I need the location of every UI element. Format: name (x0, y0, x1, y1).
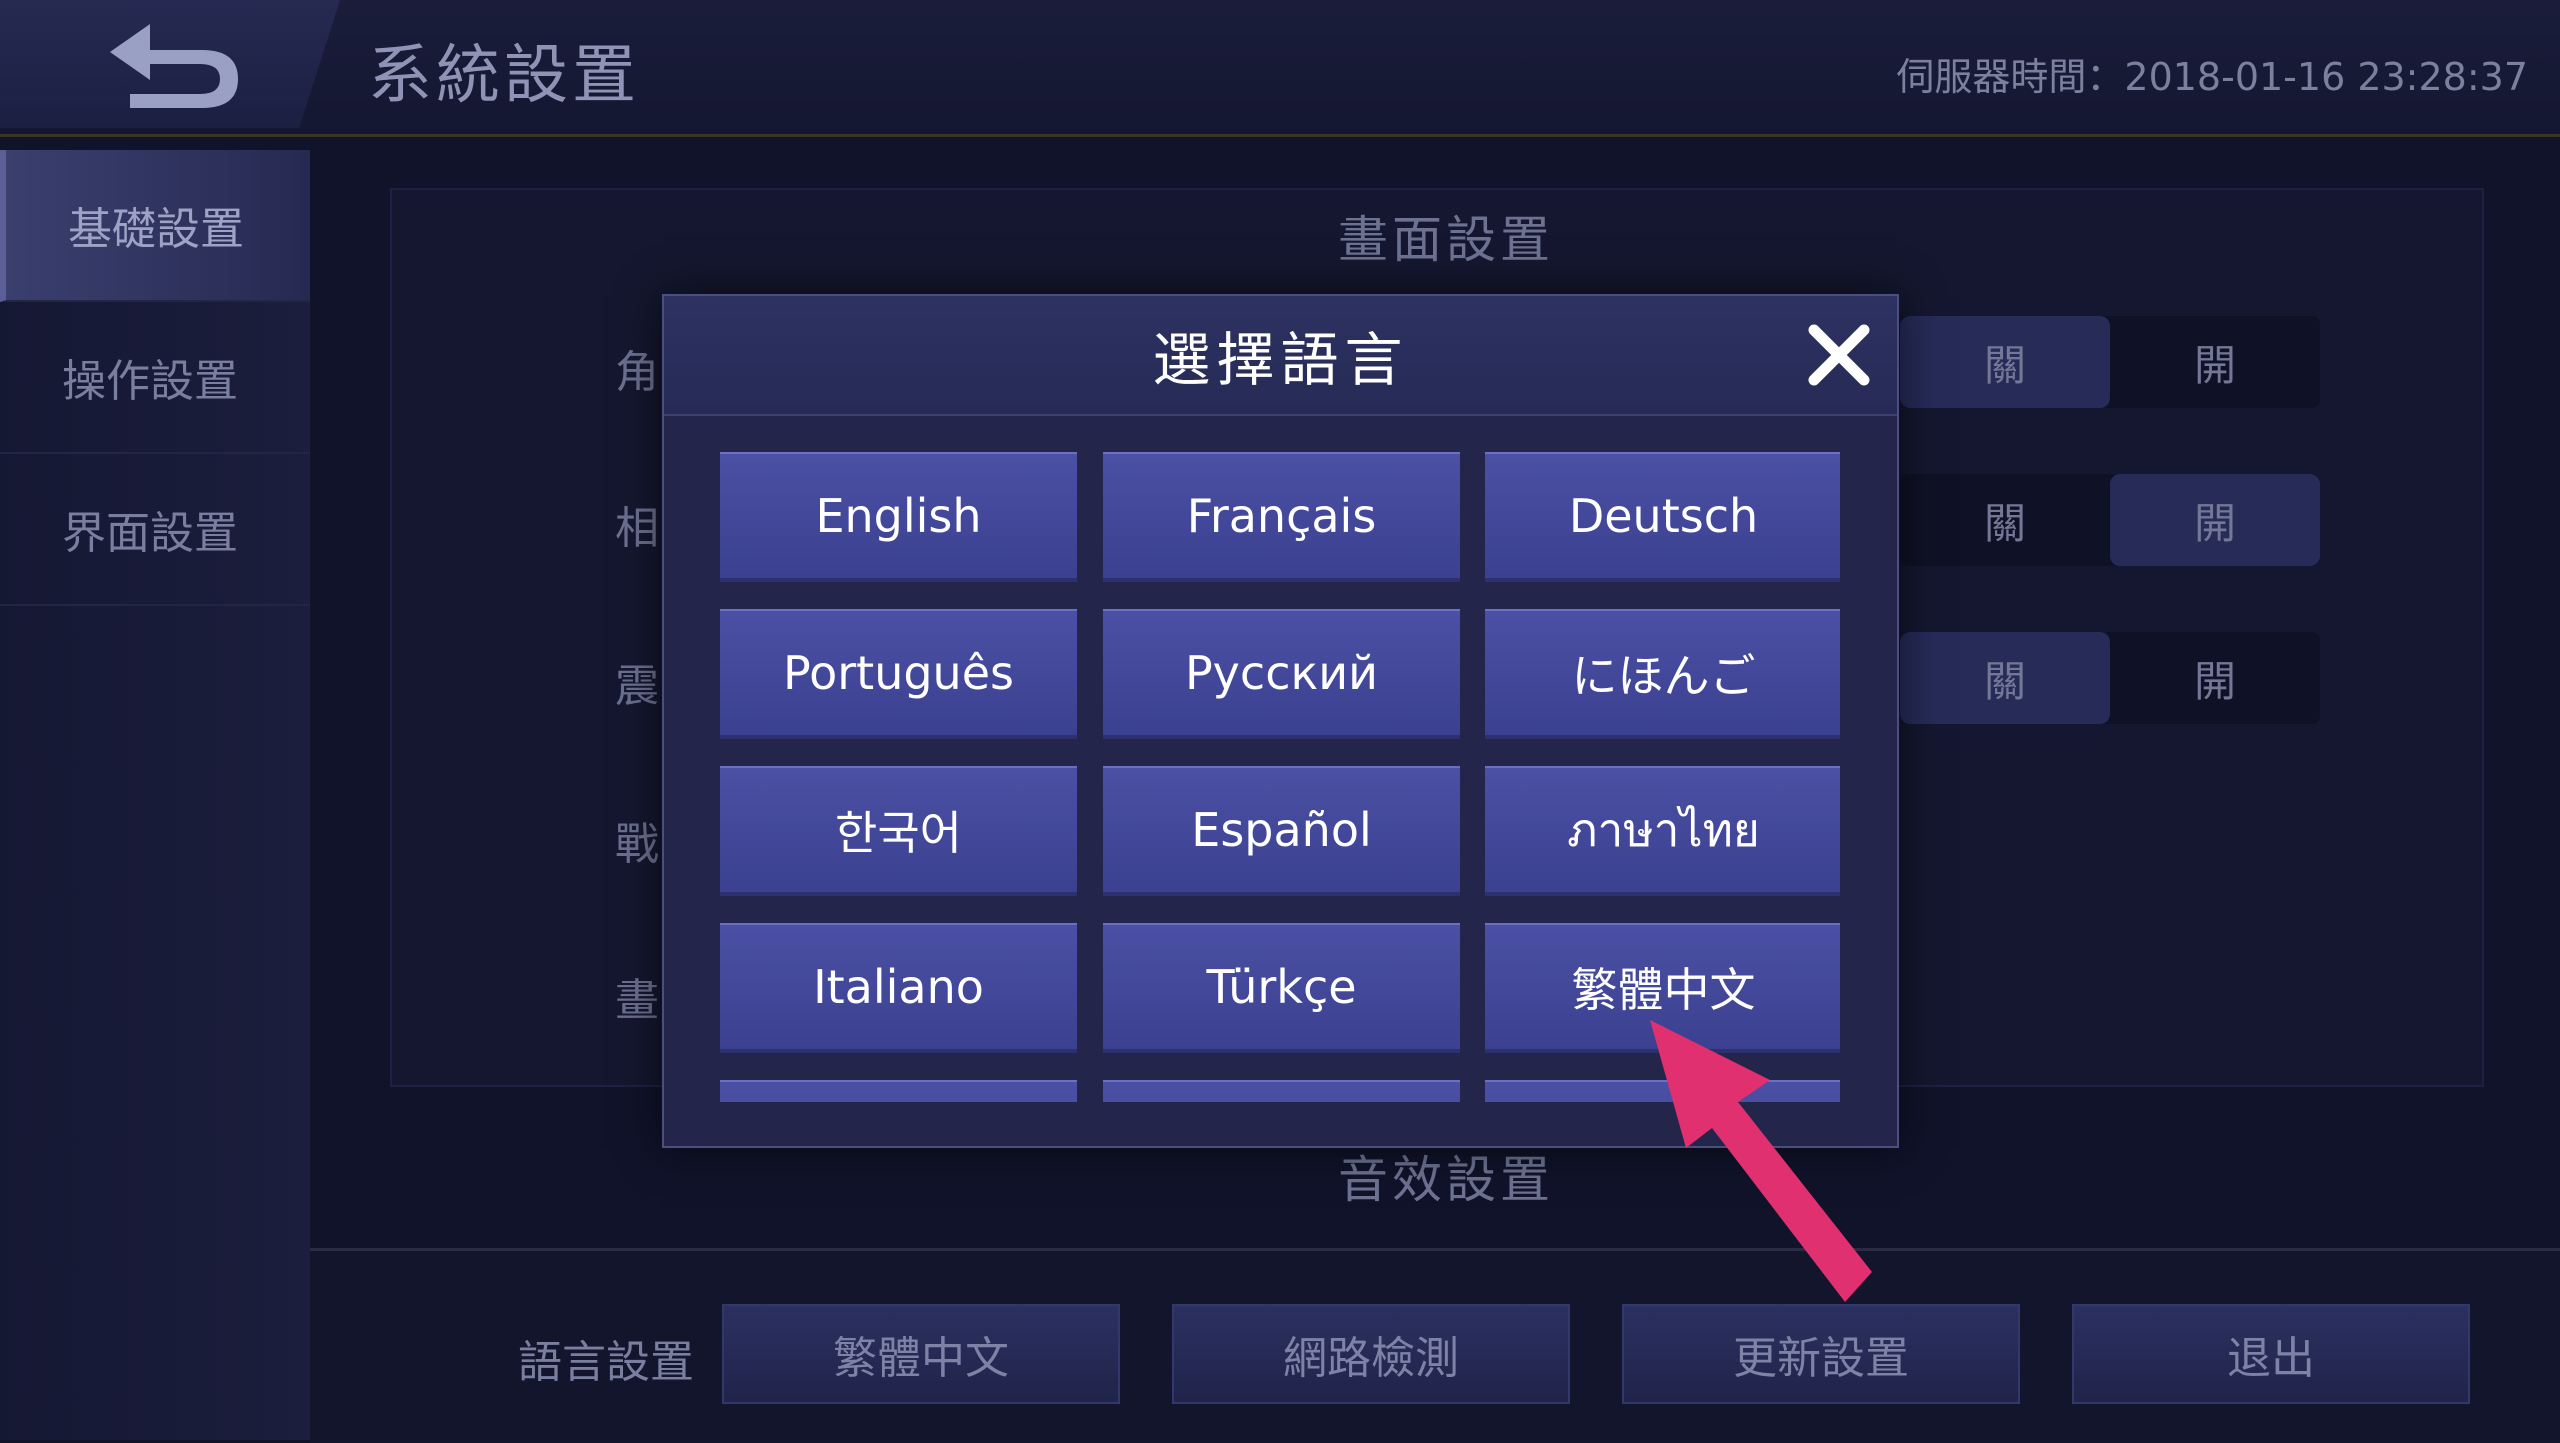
language-button-korean[interactable]: 한국어 (720, 766, 1077, 896)
language-grid: English Français Deutsch Português Русск… (720, 452, 1840, 1102)
toggle-off-option[interactable]: 關 (1900, 632, 2110, 724)
close-x-icon (1808, 324, 1870, 386)
toggle-switch[interactable]: 關 開 (1900, 474, 2320, 566)
toggle-on-option[interactable]: 開 (2110, 316, 2320, 408)
sound-settings-title: 音效設置 (1338, 1151, 1554, 1209)
sidebar: 基礎設置 操作設置 界面設置 (0, 150, 310, 1440)
language-button-portuguese[interactable]: Português (720, 609, 1077, 739)
toggle-switch[interactable]: 關 開 (1900, 632, 2320, 724)
network-check-button[interactable]: 網路檢測 (1172, 1304, 1570, 1404)
setting-row-label: 戰 (615, 819, 659, 870)
toggle-off-option[interactable]: 關 (1900, 316, 2110, 408)
setting-row-label: 震 (615, 661, 659, 712)
language-setting-label: 語言設置 (518, 1337, 694, 1388)
language-button-italian[interactable]: Italiano (720, 923, 1077, 1053)
language-button-thai[interactable]: ภาษาไทย (1485, 766, 1840, 896)
top-bar: 系統設置 伺服器時間：2018-01-16 23:28:37 (0, 0, 2560, 137)
setting-row-label: 畫 (615, 975, 659, 1026)
language-button-spanish[interactable]: Español (1103, 766, 1460, 896)
setting-row-label: 角 (615, 347, 659, 398)
sidebar-item-interface-settings[interactable]: 界面設置 (0, 454, 310, 606)
setting-row-label: 相 (615, 503, 659, 554)
page-title: 系統設置 (368, 39, 640, 113)
close-button[interactable] (1804, 320, 1874, 390)
language-button-german[interactable]: Deutsch (1485, 452, 1840, 582)
update-settings-button[interactable]: 更新設置 (1622, 1304, 2020, 1404)
language-button-french[interactable]: Français (1103, 452, 1460, 582)
language-button-turkish[interactable]: Türkçe (1103, 923, 1460, 1053)
sidebar-item-control-settings[interactable]: 操作設置 (0, 302, 310, 454)
current-language-button[interactable]: 繁體中文 (722, 1304, 1120, 1404)
toggle-on-option[interactable]: 開 (2110, 474, 2320, 566)
pointer-arrow-icon (1650, 1020, 1872, 1302)
server-time: 伺服器時間：2018-01-16 23:28:37 (1896, 55, 2528, 99)
back-arrow-icon (110, 24, 238, 108)
exit-button[interactable]: 退出 (2072, 1304, 2470, 1404)
dialog-title: 選擇語言 (1152, 326, 1409, 394)
display-settings-title: 畫面設置 (1338, 211, 1554, 269)
sidebar-item-basic-settings[interactable]: 基礎設置 (0, 150, 310, 302)
language-button-english[interactable]: English (720, 452, 1077, 582)
language-button-russian[interactable]: Русский (1103, 609, 1460, 739)
language-button-japanese[interactable]: にほんご (1485, 609, 1840, 739)
toggle-off-option[interactable]: 關 (1900, 474, 2110, 566)
language-button-partial[interactable] (1103, 1080, 1460, 1102)
toggle-on-option[interactable]: 開 (2110, 632, 2320, 724)
toggle-switch[interactable]: 關 開 (1900, 316, 2320, 408)
back-button[interactable] (0, 0, 340, 128)
language-button-partial[interactable] (720, 1080, 1077, 1102)
